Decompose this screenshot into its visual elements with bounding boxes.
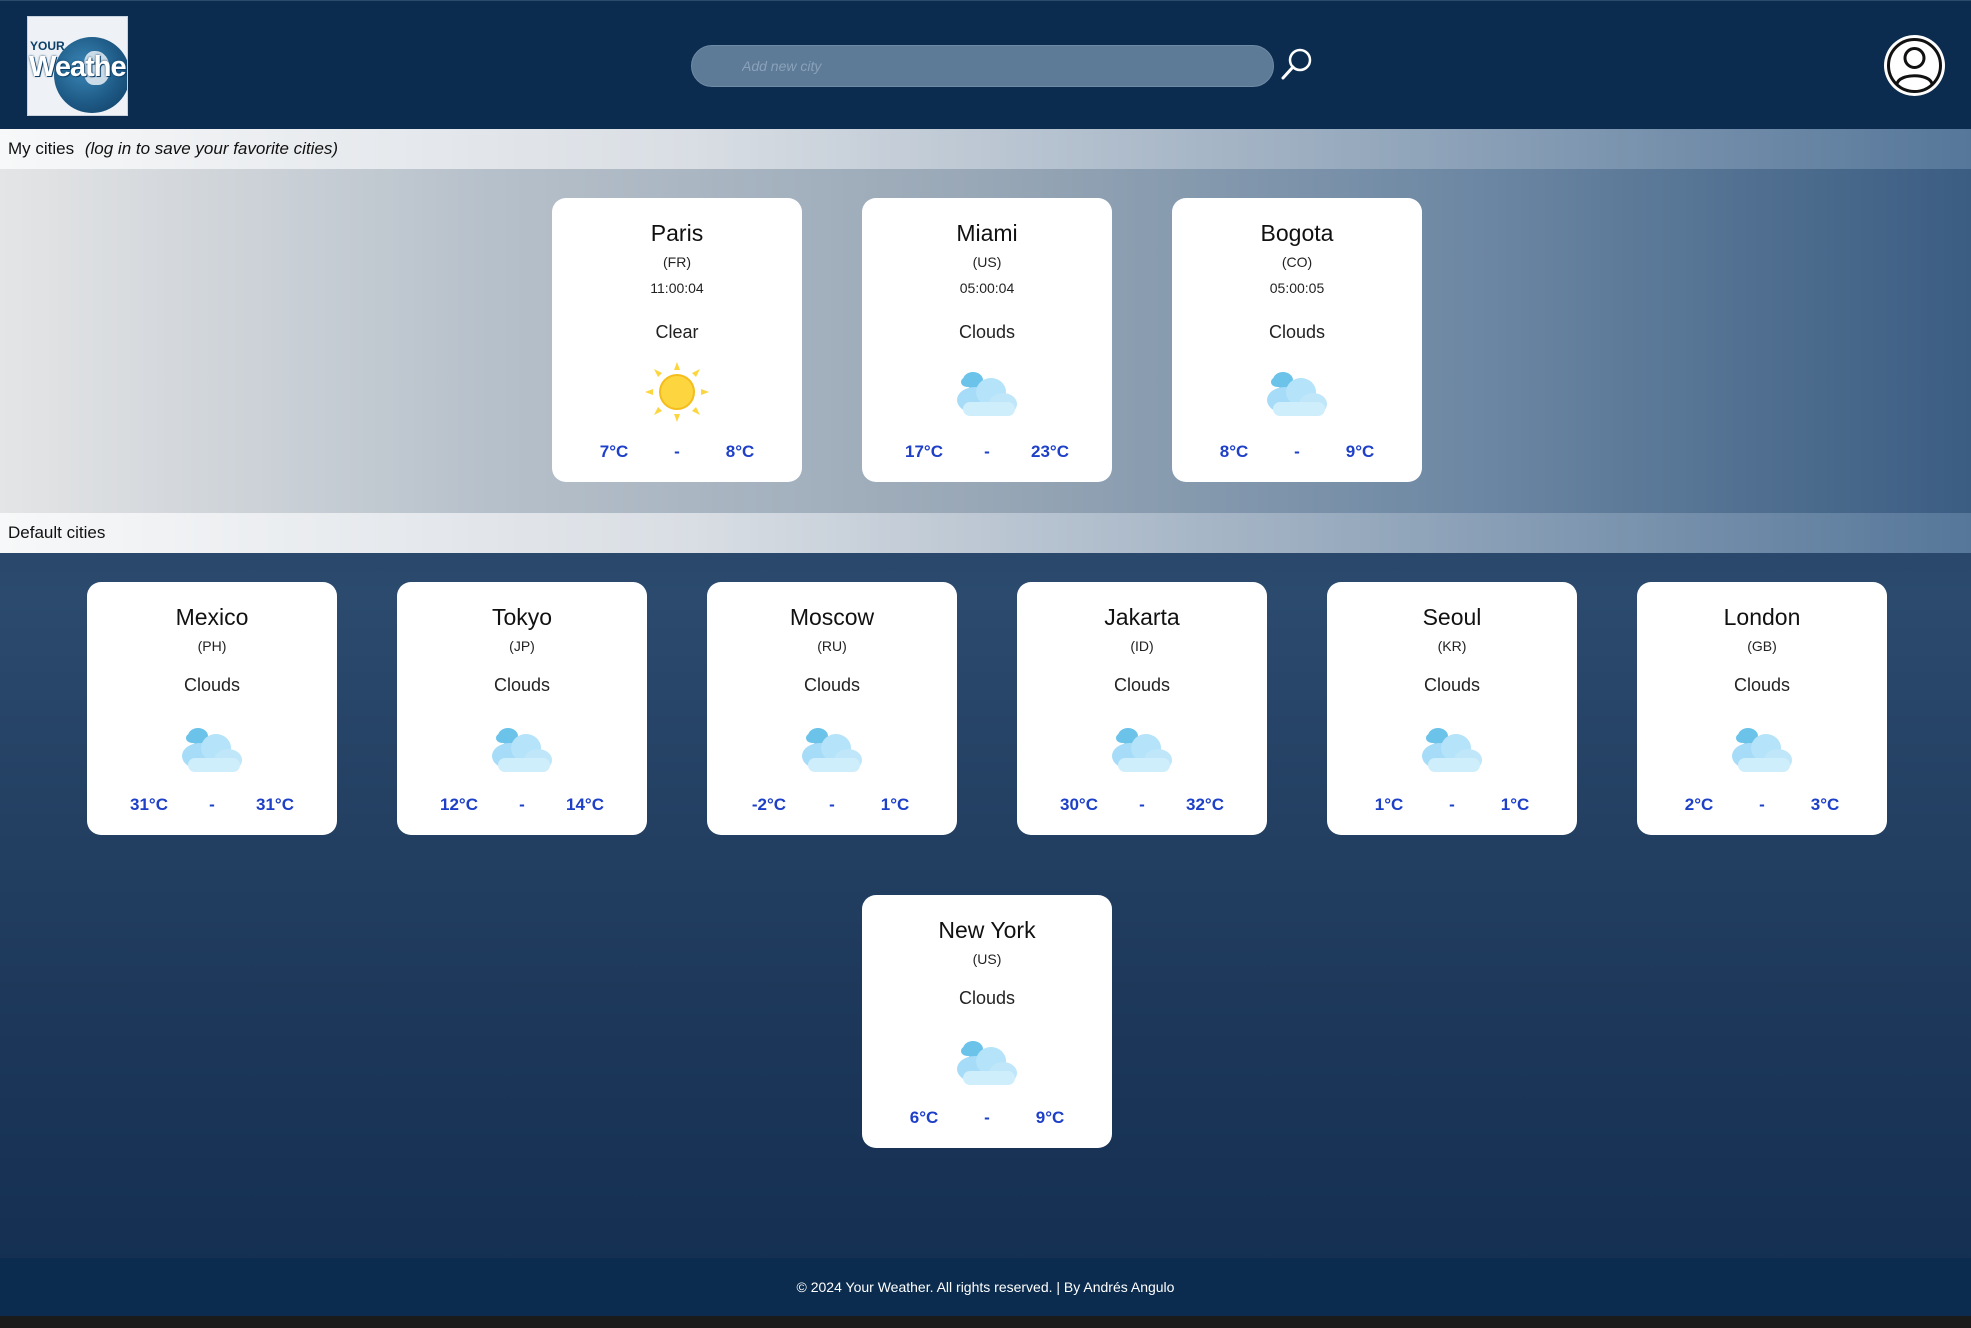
- temp-separator: -: [209, 795, 215, 814]
- city-name: Paris: [650, 220, 704, 246]
- min-temp: 17°C: [905, 442, 943, 461]
- cloud-icon: [798, 716, 866, 780]
- country-code: (US): [972, 254, 1002, 270]
- max-temp: 9°C: [1035, 1108, 1065, 1127]
- min-temp: 12°C: [440, 795, 478, 814]
- min-temp: 1°C: [1374, 795, 1404, 814]
- city-name: Mexico: [175, 604, 249, 630]
- cloud-icon: [488, 716, 556, 780]
- my-cities-header: My cities (log in to save your favorite …: [0, 129, 1971, 169]
- max-temp: 1°C: [1500, 795, 1530, 814]
- city-card[interactable]: Seoul (KR) Clouds 1°C - 1°C: [1327, 582, 1577, 835]
- bottom-strip: [0, 1316, 1971, 1328]
- cloud-icon: [1108, 716, 1176, 780]
- max-temp: 1°C: [880, 795, 910, 814]
- city-card[interactable]: Paris (FR) 11:00:04 Clear 7°C - 8°C: [552, 198, 802, 482]
- country-code: (CO): [1281, 254, 1313, 270]
- sun-icon: [643, 360, 711, 424]
- min-temp: 2°C: [1684, 795, 1714, 814]
- max-temp: 32°C: [1186, 795, 1224, 814]
- city-card[interactable]: Miami (US) 05:00:04 Clouds 17°C - 23°C: [862, 198, 1112, 482]
- city-name: Seoul: [1422, 604, 1482, 630]
- city-card[interactable]: New York (US) Clouds 6°C - 9°C: [862, 895, 1112, 1148]
- my-cities-label: My cities: [8, 139, 75, 158]
- city-name: London: [1723, 604, 1801, 630]
- search-button[interactable]: [1279, 46, 1315, 82]
- city-name: Miami: [956, 220, 1018, 246]
- weather-condition: Clouds: [803, 675, 861, 695]
- cloud-icon: [1418, 716, 1486, 780]
- login-hint: (log in to save your favorite cities): [84, 139, 339, 158]
- cloud-icon: [953, 360, 1021, 424]
- temp-separator: -: [1294, 442, 1300, 461]
- country-code: (FR): [663, 254, 691, 270]
- temp-separator: -: [1759, 795, 1765, 814]
- city-card[interactable]: Bogota (CO) 05:00:05 Clouds 8°C - 9°C: [1172, 198, 1422, 482]
- user-icon: [1887, 38, 1942, 93]
- temp-separator: -: [519, 795, 525, 814]
- logo-line-2: Weather: [29, 51, 128, 83]
- city-name: Jakarta: [1104, 604, 1180, 630]
- weather-condition: Clouds: [958, 988, 1016, 1008]
- min-temp: 30°C: [1060, 795, 1098, 814]
- weather-condition: Clouds: [183, 675, 241, 695]
- weather-condition: Clouds: [1268, 322, 1326, 342]
- country-code: (RU): [817, 638, 847, 654]
- temp-separator: -: [984, 442, 990, 461]
- country-code: (JP): [509, 638, 535, 654]
- footer: © 2024 Your Weather. All rights reserved…: [0, 1258, 1971, 1316]
- city-name: Moscow: [789, 604, 875, 630]
- country-code: (GB): [1747, 638, 1777, 654]
- min-temp: -2°C: [751, 795, 787, 814]
- country-code: (ID): [1130, 638, 1154, 654]
- max-temp: 31°C: [256, 795, 294, 814]
- max-temp: 23°C: [1031, 442, 1069, 461]
- default-cities-label: Default cities: [8, 523, 106, 542]
- weather-condition: Clouds: [958, 322, 1016, 342]
- city-card[interactable]: Jakarta (ID) Clouds 30°C - 32°C: [1017, 582, 1267, 835]
- city-card[interactable]: London (GB) Clouds 2°C - 3°C: [1637, 582, 1887, 835]
- city-name: New York: [938, 917, 1036, 943]
- city-card[interactable]: Tokyo (JP) Clouds 12°C - 14°C: [397, 582, 647, 835]
- weather-condition: Clouds: [1423, 675, 1481, 695]
- max-temp: 3°C: [1810, 795, 1840, 814]
- weather-condition: Clouds: [1113, 675, 1171, 695]
- local-time: 11:00:04: [650, 280, 704, 296]
- app-logo[interactable]: YOUR Weather: [27, 16, 128, 116]
- country-code: (KR): [1437, 638, 1467, 654]
- country-code: (PH): [197, 638, 227, 654]
- temp-separator: -: [674, 442, 680, 461]
- cloud-icon: [1728, 716, 1796, 780]
- temp-separator: -: [1449, 795, 1455, 814]
- cloud-icon: [1263, 360, 1331, 424]
- city-name: Tokyo: [491, 604, 553, 630]
- user-account-button[interactable]: [1884, 35, 1945, 96]
- max-temp: 9°C: [1345, 442, 1375, 461]
- weather-condition: Clouds: [493, 675, 551, 695]
- local-time: 05:00:04: [959, 280, 1015, 296]
- local-time: 05:00:05: [1269, 280, 1325, 296]
- max-temp: 8°C: [725, 442, 755, 461]
- min-temp: 31°C: [130, 795, 168, 814]
- temp-separator: -: [984, 1108, 990, 1127]
- min-temp: 6°C: [909, 1108, 939, 1127]
- city-card[interactable]: Mexico (PH) Clouds 31°C - 31°C: [87, 582, 337, 835]
- max-temp: 14°C: [566, 795, 604, 814]
- search-input[interactable]: [691, 45, 1274, 87]
- min-temp: 7°C: [599, 442, 629, 461]
- top-header: YOUR Weather: [0, 0, 1971, 129]
- min-temp: 8°C: [1219, 442, 1249, 461]
- cloud-icon: [178, 716, 246, 780]
- city-name: Bogota: [1260, 220, 1334, 246]
- cloud-icon: [953, 1029, 1021, 1093]
- copyright-text: © 2024 Your Weather. All rights reserved…: [796, 1279, 1175, 1295]
- country-code: (US): [972, 951, 1002, 967]
- weather-condition: Clear: [655, 322, 699, 342]
- default-cities-header: Default cities: [0, 513, 1971, 553]
- weather-condition: Clouds: [1733, 675, 1791, 695]
- temp-separator: -: [829, 795, 835, 814]
- city-card[interactable]: Moscow (RU) Clouds -2°C - 1°C: [707, 582, 957, 835]
- temp-separator: -: [1139, 795, 1145, 814]
- magnifier-icon: [1281, 48, 1312, 80]
